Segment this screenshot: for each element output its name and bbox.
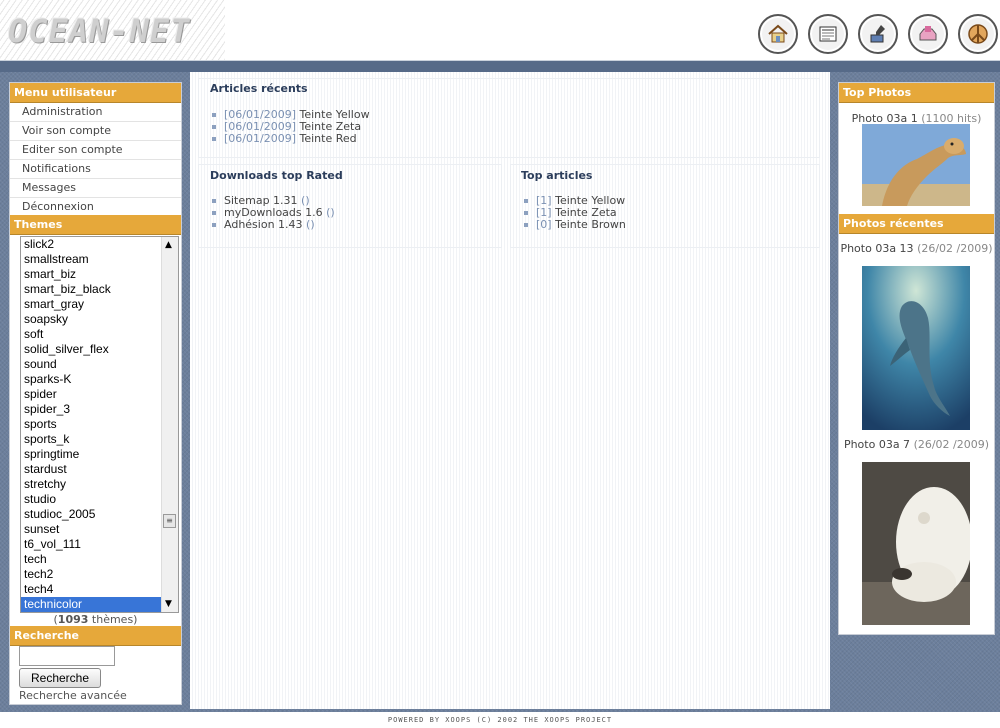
user-menu-title: Menu utilisateur: [10, 83, 181, 103]
right-sidebar: Top Photos Photo 03a 1 (1100 hits) Photo…: [838, 82, 995, 635]
recent-articles-title: Articles récents: [210, 82, 308, 95]
news-icon[interactable]: [808, 14, 848, 54]
polar-bear-photo[interactable]: [862, 462, 970, 625]
theme-select-list[interactable]: slick2 smallstream smart_biz smart_biz_blac…: [20, 236, 179, 613]
themes-title: Themes: [10, 215, 181, 235]
site-header: OCEAN-NET: [0, 0, 1000, 61]
theme-option[interactable]: smallstream: [21, 252, 178, 267]
theme-option[interactable]: spider_3: [21, 402, 178, 417]
list-item[interactable]: [0] Teinte Brown: [519, 219, 626, 231]
theme-option[interactable]: smart_biz: [21, 267, 178, 282]
theme-option[interactable]: tech2: [21, 567, 178, 582]
theme-option[interactable]: sunset: [21, 522, 178, 537]
main-content: Articles récents [06/01/2009] Teinte Yel…: [190, 72, 830, 709]
article-title[interactable]: Teinte Brown: [555, 218, 626, 231]
theme-option[interactable]: stardust: [21, 462, 178, 477]
search-input[interactable]: [19, 646, 115, 666]
theme-list-scrollbar[interactable]: ▲ ≡ ▼: [161, 237, 178, 612]
download-rating: (): [306, 218, 315, 231]
article-date: [06/01/2009]: [224, 132, 296, 145]
photo-name[interactable]: Photo 03a 7: [844, 438, 910, 451]
list-item[interactable]: Adhésion 1.43 (): [207, 219, 335, 231]
photo-date: (26/02 /2009): [917, 242, 993, 255]
theme-option[interactable]: smart_gray: [21, 297, 178, 312]
logo-area: OCEAN-NET: [0, 0, 225, 60]
menu-item-edit-account[interactable]: Editer son compte: [10, 141, 181, 160]
theme-option[interactable]: smart_biz_black: [21, 282, 178, 297]
advanced-search-link[interactable]: Recherche avancée: [19, 689, 127, 702]
article-count: [0]: [536, 218, 552, 231]
theme-option[interactable]: springtime: [21, 447, 178, 462]
top-photos-title: Top Photos: [839, 83, 994, 103]
theme-count-number: 1093: [57, 613, 89, 626]
menu-item-messages[interactable]: Messages: [10, 179, 181, 198]
theme-option[interactable]: t6_vol_111: [21, 537, 178, 552]
top-articles-title: Top articles: [521, 169, 593, 182]
theme-option[interactable]: stretchy: [21, 477, 178, 492]
inbox-icon[interactable]: [908, 14, 948, 54]
header-band: [0, 61, 1000, 72]
menu-item-administration[interactable]: Administration: [10, 103, 181, 122]
camel-photo[interactable]: [862, 124, 970, 206]
dolphin-photo[interactable]: [862, 266, 970, 430]
downloads-top-list: Sitemap 1.31 () myDownloads 1.6 () Adhés…: [207, 195, 335, 231]
top-articles-block: Top articles [1] Teinte Yellow [1] Teint…: [510, 164, 820, 248]
footer: POWERED BY XOOPS (C) 2002 THE XOOPS PROJ…: [0, 712, 1000, 728]
photo-date: (26/02 /2009): [913, 438, 990, 451]
article-title[interactable]: Teinte Red: [299, 132, 356, 145]
recent-photo-caption: Photo 03a 13 (26/02 /2009): [839, 242, 994, 255]
theme-option[interactable]: studio: [21, 492, 178, 507]
theme-option[interactable]: tech: [21, 552, 178, 567]
theme-option[interactable]: spider: [21, 387, 178, 402]
recent-photo-caption: Photo 03a 7 (26/02 /2009): [839, 438, 994, 451]
theme-option[interactable]: tech4: [21, 582, 178, 597]
download-title[interactable]: Adhésion 1.43: [224, 218, 303, 231]
top-articles-list: [1] Teinte Yellow [1] Teinte Zeta [0] Te…: [519, 195, 626, 231]
menu-item-notifications[interactable]: Notifications: [10, 160, 181, 179]
search-title: Recherche: [10, 626, 181, 646]
theme-option[interactable]: sports: [21, 417, 178, 432]
download-rating: (): [326, 206, 335, 219]
download-icon[interactable]: [858, 14, 898, 54]
downloads-top-block: Downloads top Rated Sitemap 1.31 () myDo…: [198, 164, 502, 248]
theme-option[interactable]: technicolor: [21, 597, 178, 612]
downloads-top-title: Downloads top Rated: [210, 169, 343, 182]
theme-options: slick2 smallstream smart_biz smart_biz_blac…: [21, 237, 178, 612]
theme-option[interactable]: solid_silver_flex: [21, 342, 178, 357]
theme-option[interactable]: studioc_2005: [21, 507, 178, 522]
theme-count: (1093 thèmes): [10, 613, 181, 626]
theme-option[interactable]: slick2: [21, 237, 178, 252]
theme-option[interactable]: sound: [21, 357, 178, 372]
list-item[interactable]: [06/01/2009] Teinte Red: [207, 133, 370, 145]
search-button[interactable]: Recherche: [19, 668, 101, 688]
site-logo[interactable]: OCEAN-NET: [8, 12, 190, 50]
theme-option[interactable]: soft: [21, 327, 178, 342]
home-icon[interactable]: [758, 14, 798, 54]
recent-articles-block: Articles récents [06/01/2009] Teinte Yel…: [198, 78, 820, 158]
theme-option[interactable]: sparks-K: [21, 372, 178, 387]
scroll-thumb[interactable]: ≡: [163, 514, 176, 528]
menu-item-view-account[interactable]: Voir son compte: [10, 122, 181, 141]
left-sidebar: Menu utilisateur Administration Voir son…: [9, 82, 182, 705]
photo-name[interactable]: Photo 03a 13: [840, 242, 913, 255]
theme-option[interactable]: soapsky: [21, 312, 178, 327]
theme-count-suffix: thèmes): [88, 613, 138, 626]
scroll-up-icon[interactable]: ▲: [165, 240, 172, 250]
theme-option[interactable]: sports_k: [21, 432, 178, 447]
peace-icon[interactable]: [958, 14, 998, 54]
scroll-down-icon[interactable]: ▼: [165, 599, 172, 609]
recent-photos-title: Photos récentes: [839, 214, 994, 234]
recent-articles-list: [06/01/2009] Teinte Yellow [06/01/2009] …: [207, 109, 370, 145]
user-menu: Administration Voir son compte Editer so…: [10, 103, 181, 217]
